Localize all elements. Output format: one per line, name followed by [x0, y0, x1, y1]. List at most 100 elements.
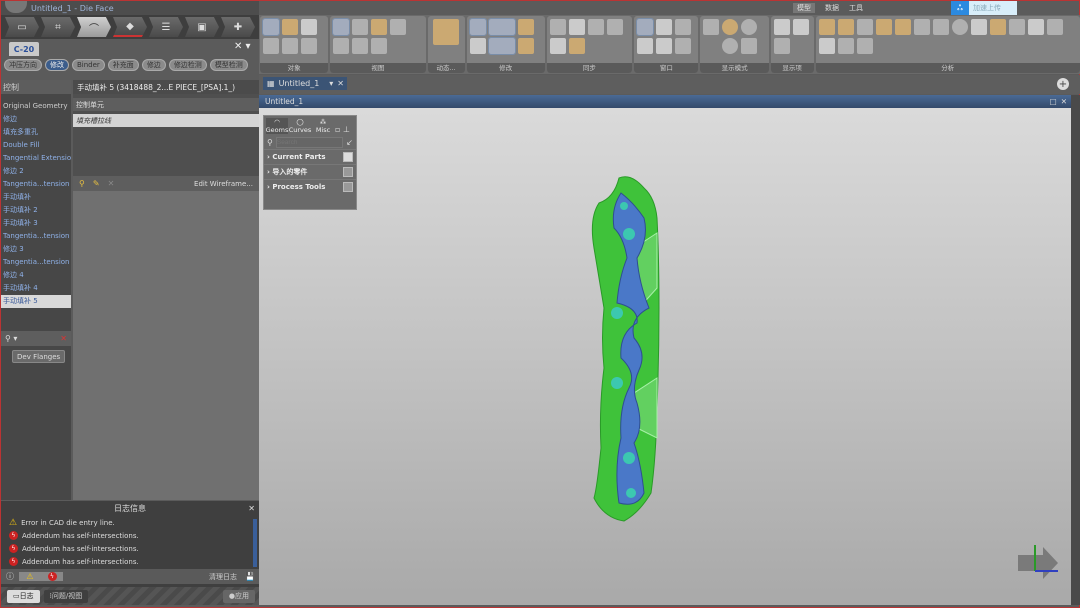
dimension-icon[interactable] [675, 38, 692, 54]
visibility-toggle[interactable] [343, 182, 353, 192]
workflow-report-icon[interactable]: ▣ [185, 17, 219, 37]
die-face-model[interactable] [259, 108, 1071, 605]
section-icon[interactable] [1046, 19, 1063, 35]
list-item[interactable]: 手动填补 3 [1, 217, 71, 230]
normal-icon[interactable] [773, 38, 790, 54]
warning-filter-icon[interactable]: ⚠ [19, 572, 41, 581]
part-tab[interactable]: C-20 [9, 42, 39, 56]
workflow-trim-icon[interactable]: ◆ [113, 17, 147, 37]
orientation-triad[interactable] [1013, 541, 1063, 583]
close-icon[interactable]: ✕ [1061, 97, 1067, 106]
camera-icon[interactable] [549, 19, 566, 35]
cloud-upload-button[interactable]: ஃ 加速上传 [951, 1, 1017, 15]
list-item[interactable]: Tangentia...tension 3 [1, 230, 71, 243]
mesh-sphere-icon[interactable] [722, 38, 739, 54]
list-item[interactable]: 修边 [1, 113, 71, 126]
info-filter-icon[interactable]: ⓘ [1, 571, 19, 582]
dev-flanges-button[interactable]: Dev Flanges [12, 350, 66, 363]
tree-item-process-tools[interactable]: › Process Tools [264, 179, 356, 194]
points-icon[interactable] [703, 19, 720, 35]
select-icon[interactable] [468, 18, 487, 36]
sheet-icon[interactable] [301, 19, 317, 35]
list-item-selected[interactable]: 手动填补 5 [1, 295, 71, 308]
list-item[interactable]: Tangential Extension [1, 152, 71, 165]
workflow-blank-icon[interactable]: ⌗ [41, 17, 75, 37]
view-icon[interactable] [371, 38, 388, 54]
add-feature-icon[interactable]: ⚲ ▾ [5, 334, 17, 343]
list-item[interactable]: Original Geometry [1, 100, 71, 113]
edit-wireframe-button[interactable]: Edit Wireframe... [194, 180, 253, 188]
surface-icon[interactable] [262, 18, 280, 36]
list-item[interactable]: Tangentia...tension 2 [1, 178, 71, 191]
dynamic-section-icon[interactable] [433, 19, 460, 45]
chevron-down-icon[interactable]: ▾ [329, 79, 333, 88]
3d-viewport[interactable] [259, 108, 1071, 605]
curvature-icon[interactable] [875, 19, 892, 35]
log-scrollbar[interactable] [253, 519, 257, 567]
maximize-icon[interactable]: □ [1050, 97, 1057, 106]
chip-binder[interactable]: Binder [72, 59, 105, 71]
apply-button[interactable]: ● 应用 [222, 589, 255, 603]
single-window-icon[interactable] [636, 18, 655, 36]
close-icon[interactable]: ✕ [337, 79, 344, 88]
visibility-toggle[interactable] [343, 167, 353, 177]
tab-tools[interactable]: 工具 [849, 3, 863, 13]
frame-icon[interactable] [352, 38, 369, 54]
analysis3-icon[interactable] [989, 19, 1006, 35]
plane-icon[interactable] [1008, 19, 1025, 35]
error-filter-icon[interactable]: ϟ [41, 572, 63, 581]
workflow-die-face-icon[interactable]: ⌒ [77, 17, 111, 37]
chip-model-check[interactable]: 模型检测 [209, 59, 248, 71]
workflow-check-icon[interactable]: ✚ [221, 17, 255, 37]
search-input[interactable] [275, 137, 344, 148]
list-item[interactable]: Double Fill [1, 139, 71, 152]
tab-log[interactable]: ▭ 日志 [7, 589, 40, 603]
list-item[interactable]: 填充多重孔 [1, 126, 71, 139]
label-icon[interactable] [469, 38, 486, 54]
remove-icon[interactable]: ✕ [60, 334, 67, 343]
list-item[interactable]: 手动填补 [1, 191, 71, 204]
measure-icon[interactable] [487, 18, 516, 36]
draft-icon[interactable] [894, 19, 911, 35]
pencil-icon[interactable]: ✎ [93, 179, 100, 188]
plane2-icon[interactable] [282, 38, 298, 54]
clock-icon[interactable] [549, 38, 566, 54]
plane-icon[interactable] [263, 38, 279, 54]
clear-log-button[interactable]: 清理日志 [209, 572, 237, 582]
tab-misc[interactable]: ⁂ Misc [312, 118, 334, 134]
list-item[interactable]: 修边 2 [1, 165, 71, 178]
ruler-icon[interactable] [856, 38, 873, 54]
clear-search-icon[interactable]: ↙ [346, 138, 353, 147]
analysis-icon[interactable] [818, 19, 835, 35]
visibility-toggle[interactable] [343, 152, 353, 162]
chip-trim[interactable]: 修边 [141, 59, 166, 71]
tree-item-imported-parts[interactable]: › 导入的零件 [264, 164, 356, 179]
list-item[interactable]: 修边 4 [1, 269, 71, 282]
control-row[interactable]: 填充槽拉线 [73, 114, 259, 127]
pick-icon[interactable]: ⚲ [79, 179, 85, 188]
split-4-icon[interactable] [656, 38, 673, 54]
flip-icon[interactable] [792, 19, 809, 35]
color-map-icon[interactable] [568, 38, 585, 54]
plane3-icon[interactable] [301, 38, 317, 54]
pin-icon[interactable]: ▫ ⊥ [335, 125, 350, 134]
tab-geoms[interactable]: ◠ Geoms [266, 118, 288, 134]
analysis2-icon[interactable] [837, 19, 854, 35]
close-icon[interactable]: ✕ [248, 504, 255, 513]
sphere-icon[interactable] [951, 19, 968, 35]
outline-icon[interactable] [741, 38, 758, 54]
viewport-scrollbar[interactable] [1071, 95, 1080, 605]
page-icon[interactable] [773, 19, 790, 35]
axis2-icon[interactable] [333, 38, 350, 54]
chip-trim-check[interactable]: 修边检测 [168, 59, 207, 71]
shape-icon[interactable] [282, 19, 298, 35]
shaded-icon[interactable] [722, 19, 739, 35]
wire-sphere-icon[interactable] [741, 19, 758, 35]
cascade-icon[interactable] [675, 19, 692, 35]
note-icon[interactable] [568, 19, 585, 35]
camera-icon[interactable] [390, 19, 407, 35]
chip-draw-direction[interactable]: 冲压方向 [4, 59, 42, 71]
split-h-icon[interactable] [637, 38, 654, 54]
list-icon[interactable] [587, 19, 604, 35]
tab-curves[interactable]: ◯ Curves [289, 118, 312, 134]
